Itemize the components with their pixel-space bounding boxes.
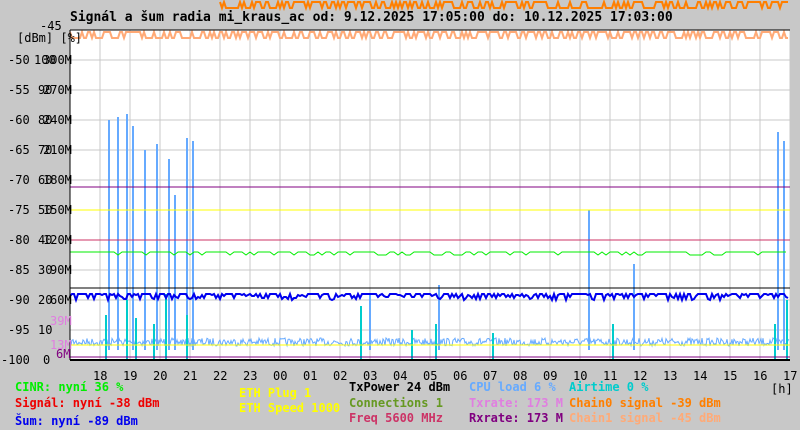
legend-signal: Signál: nyní -38 dBm	[15, 396, 160, 410]
y-tick-dbm: -75	[8, 203, 30, 217]
legend-airtime: Airtime 0 %	[569, 380, 649, 394]
y-tick-dbm: -65	[8, 143, 30, 157]
y-tick-rate: 210M	[43, 143, 72, 157]
y-tick-rate-extra: 6M	[56, 347, 71, 361]
y-tick-rate: 90M	[50, 263, 72, 277]
x-tick: 06	[453, 369, 468, 383]
y-tick-dbm: -55	[8, 83, 30, 97]
y-tick-dbm: -100	[1, 353, 30, 367]
legend-freq: Freq 5600 MHz	[349, 411, 443, 425]
chart-title: Signál a šum radia mi_kraus_ac od: 9.12.…	[70, 10, 673, 25]
x-tick: 14	[693, 369, 708, 383]
signal-noise-graph: Signál a šum radia mi_kraus_ac od: 9.12.…	[0, 0, 800, 430]
x-tick: 13	[663, 369, 678, 383]
x-tick: 17	[783, 369, 798, 383]
series-chain0	[219, 0, 788, 12]
legend-noise: Šum: nyní -89 dBm	[15, 414, 138, 428]
legend-rxrate: Rxrate: 173 M	[469, 411, 563, 425]
y-tick-dbm: -90	[8, 293, 30, 307]
x-tick: 15	[723, 369, 738, 383]
y-tick-dbm: -45	[40, 19, 62, 33]
y-tick-pct: 0	[43, 353, 51, 367]
legend-eth-speed: ETH Speed 1000	[239, 401, 341, 415]
legend-chain0: Chain0 signal -39 dBm	[569, 396, 721, 410]
legend-chain1: Chain1 signal -45 dBm	[569, 411, 721, 425]
plot-area	[69, 0, 791, 361]
x-tick: 01	[303, 369, 318, 383]
y-tick-rate: 60M	[50, 293, 72, 307]
hours-unit: [h]	[771, 382, 793, 396]
y-axis-units: [dBm] [%]	[17, 31, 82, 45]
x-tick: 19	[123, 369, 138, 383]
legend-connections: Connections 1	[349, 396, 443, 410]
y-tick-dbm: -80	[8, 233, 30, 247]
y-tick-rate: 150M	[43, 203, 72, 217]
x-tick: 22	[213, 369, 228, 383]
y-tick-rate: 180M	[43, 173, 72, 187]
x-tick: 16	[753, 369, 768, 383]
x-tick: 02	[333, 369, 348, 383]
y-tick-dbm: -50	[8, 53, 30, 67]
x-tick: 00	[273, 369, 288, 383]
y-tick-rate: 270M	[43, 83, 72, 97]
legend-txrate: Txrate: 173 M	[469, 396, 563, 410]
y-tick-dbm: -60	[8, 113, 30, 127]
y-tick-dbm: -85	[8, 263, 30, 277]
y-tick-dbm: -70	[8, 173, 30, 187]
y-tick-rate: 120M	[43, 233, 72, 247]
x-tick: 21	[183, 369, 198, 383]
dbm-unit: [dBm]	[17, 31, 54, 45]
legend-cinr: CINR: nyní 36 %	[15, 380, 124, 394]
y-tick-rate-extra: 39M	[50, 314, 72, 328]
y-tick-dbm: -95	[8, 323, 30, 337]
legend-txpower: TxPower 24 dBm	[349, 380, 451, 394]
x-tick: 20	[153, 369, 168, 383]
legend-cpu: CPU load 6 %	[469, 380, 556, 394]
pct-unit: [%]	[60, 31, 83, 45]
legend-eth-plug: ETH Plug 1	[239, 386, 312, 400]
y-tick-rate: 240M	[43, 113, 72, 127]
x-tick: 23	[243, 369, 258, 383]
y-tick-rate: 300M	[43, 53, 72, 67]
